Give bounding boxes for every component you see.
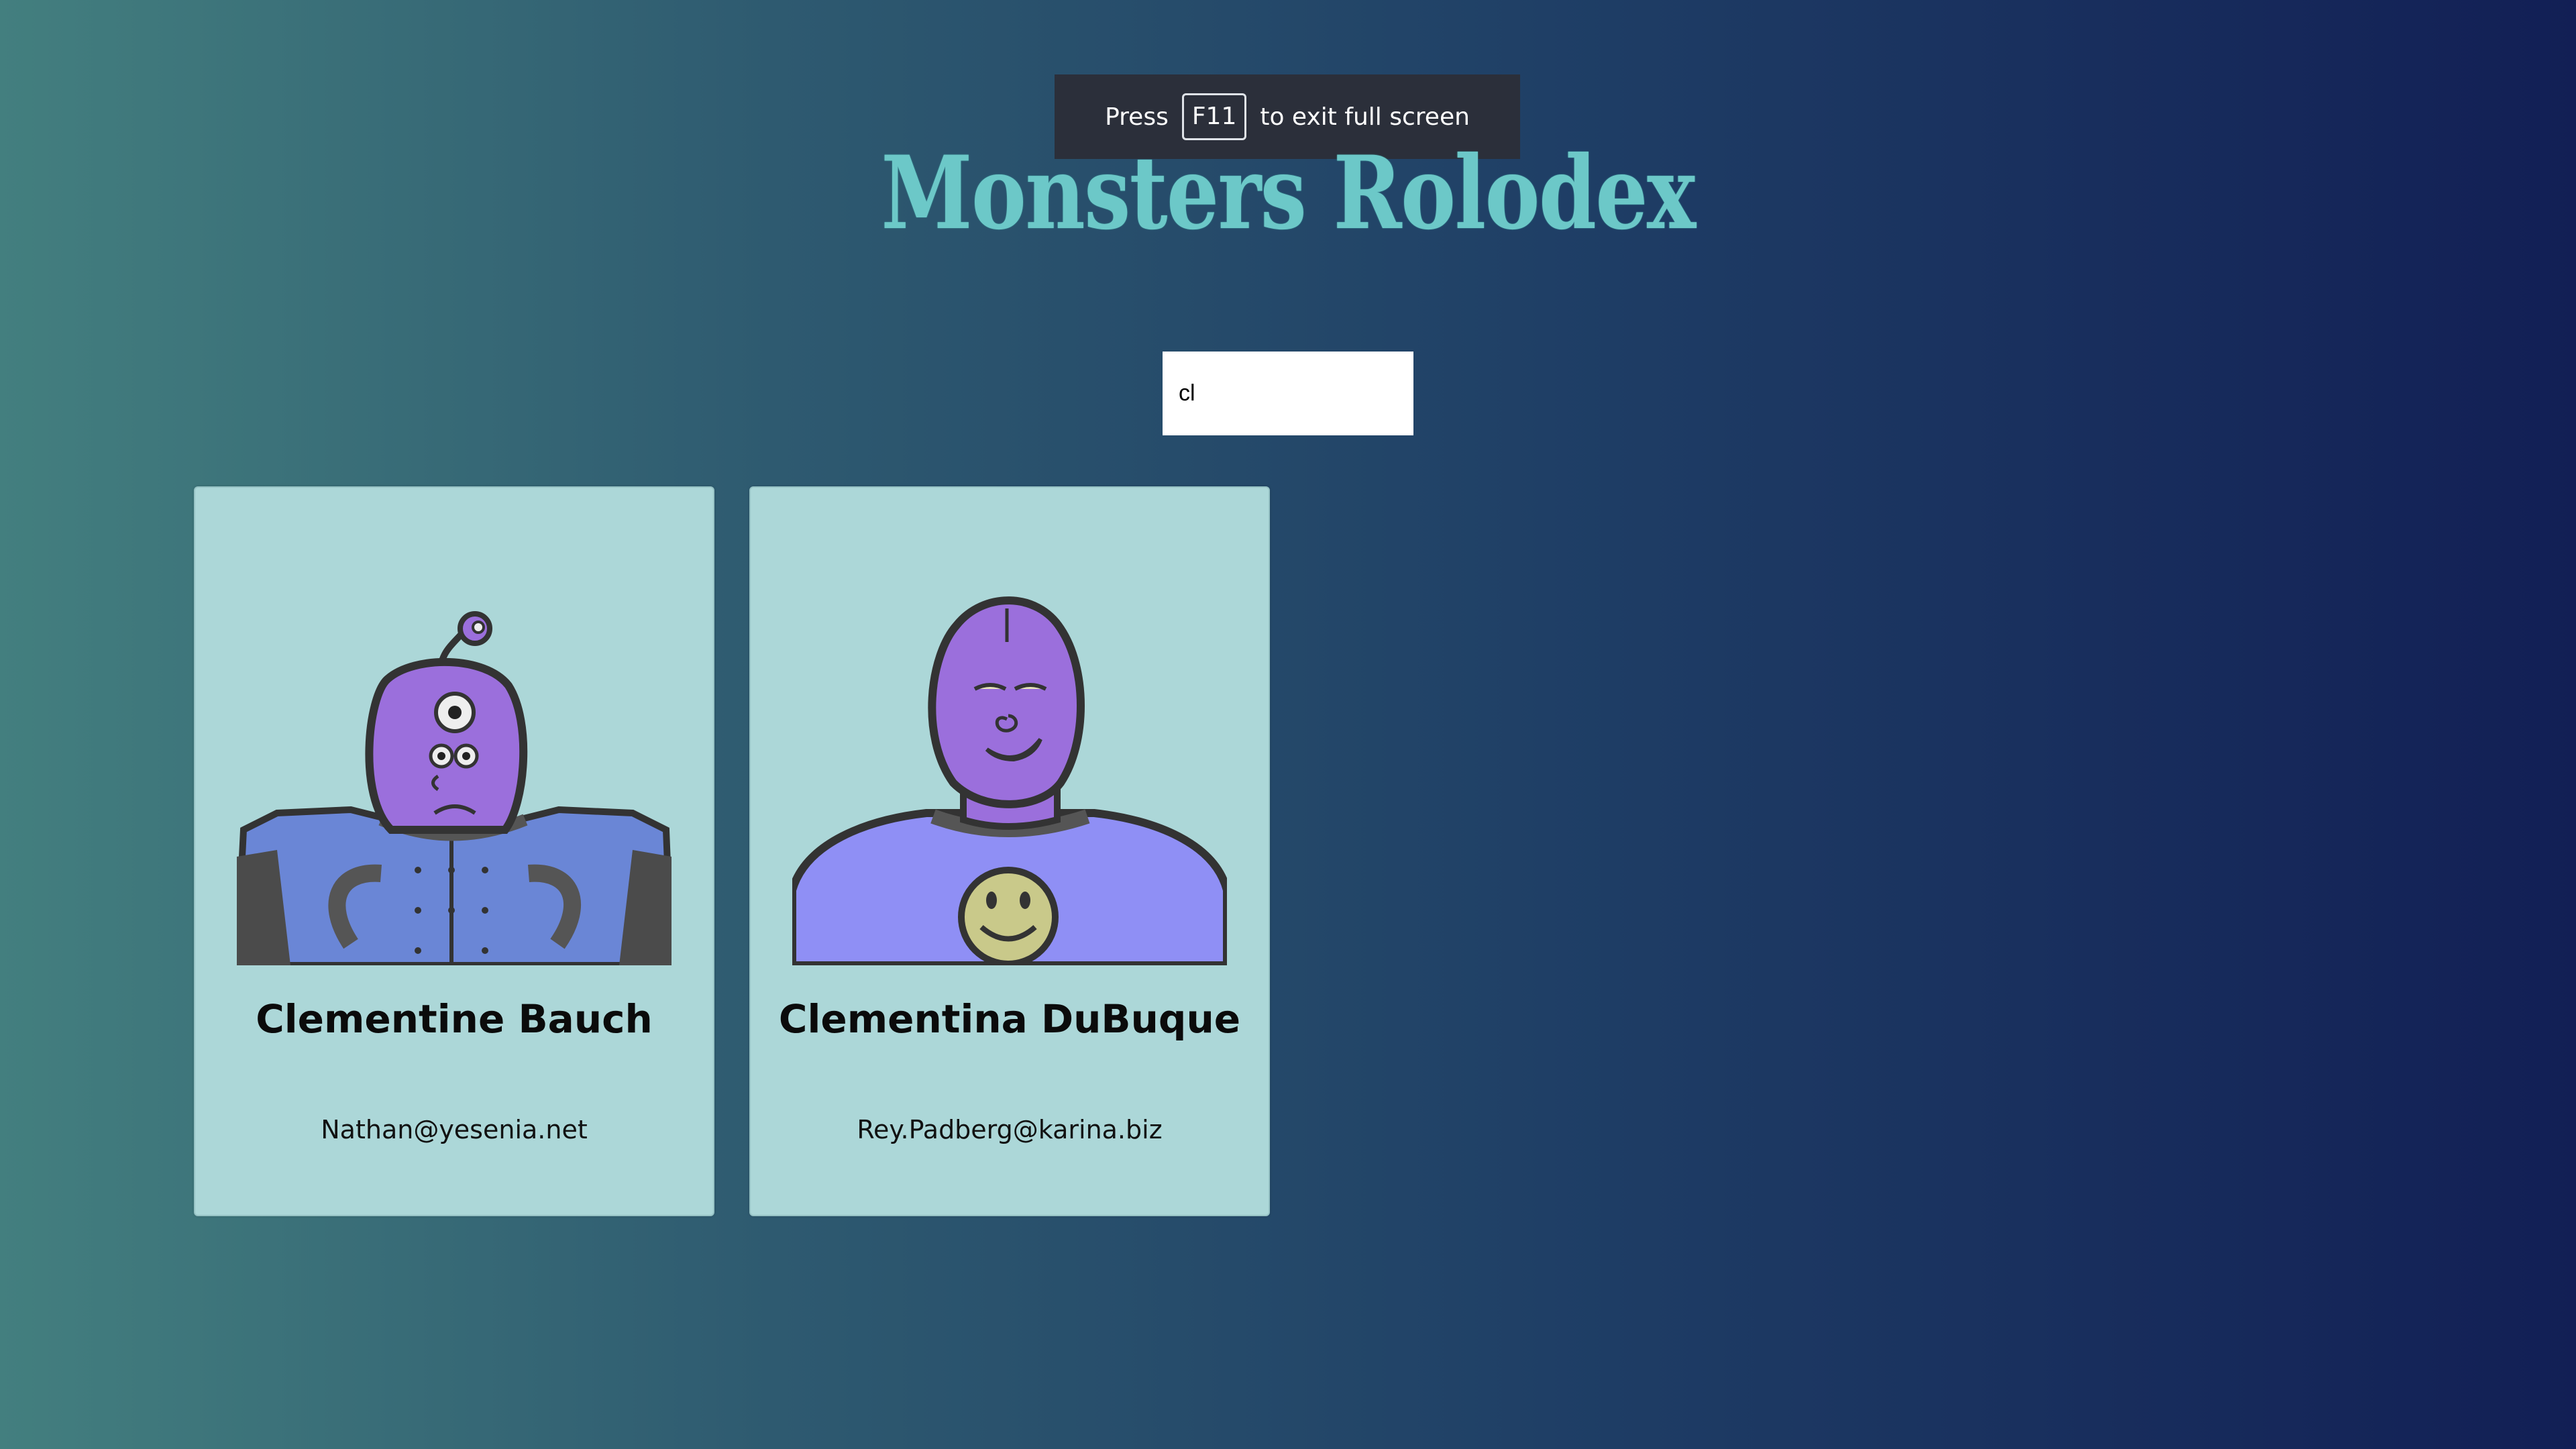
monster-card[interactable]: Clementina DuBuque Rey.Padberg@karina.bi…: [749, 486, 1270, 1216]
fullscreen-notice-prefix: Press: [1105, 103, 1169, 131]
robot-monster-avatar-icon: [237, 611, 672, 965]
app-title: Monsters Rolodex: [881, 134, 1696, 252]
monster-email: Rey.Padberg@karina.biz: [857, 1115, 1163, 1144]
monster-name: Clementina DuBuque: [778, 996, 1241, 1042]
fullscreen-notice-suffix: to exit full screen: [1260, 103, 1470, 131]
monster-card[interactable]: Clementine Bauch Nathan@yesenia.net: [194, 486, 714, 1216]
monster-email: Nathan@yesenia.net: [321, 1115, 588, 1144]
monster-name: Clementine Bauch: [256, 996, 653, 1042]
f11-key-badge: F11: [1181, 93, 1247, 140]
search-input[interactable]: [1163, 352, 1413, 435]
smiley-monster-avatar-icon: [792, 596, 1227, 965]
